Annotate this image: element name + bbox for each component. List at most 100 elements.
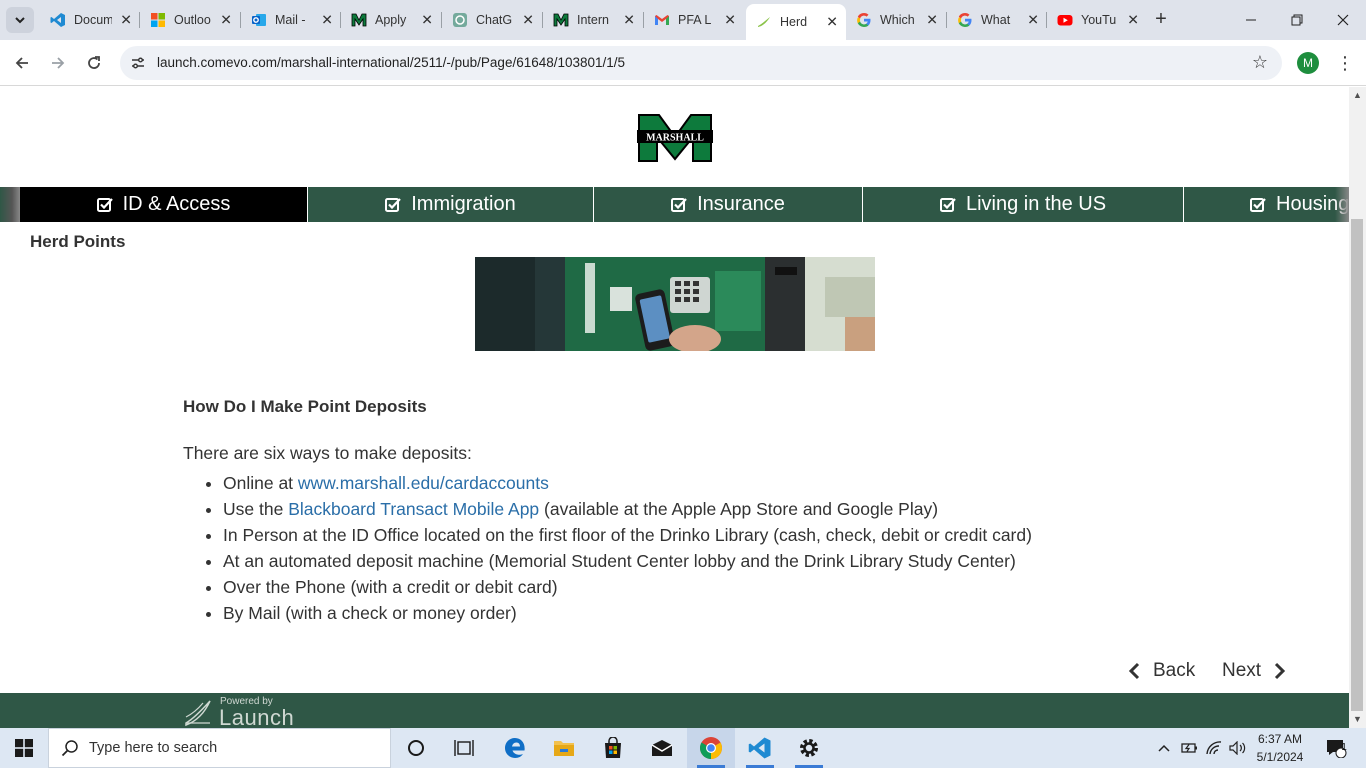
close-icon[interactable]: ✕ — [421, 12, 433, 29]
clock-time: 6:37 AM — [1257, 732, 1303, 746]
close-window-button[interactable] — [1320, 0, 1366, 40]
close-icon[interactable]: ✕ — [926, 12, 938, 29]
browser-menu-icon[interactable]: ⋮ — [1336, 51, 1354, 75]
system-clock[interactable]: 6:37 AM 5/1/2024 — [1252, 730, 1308, 766]
start-button[interactable] — [0, 728, 48, 768]
site-info-icon[interactable] — [128, 53, 148, 73]
tab-title: Outloo — [174, 13, 211, 27]
scroll-down-arrow-icon[interactable]: ▼ — [1349, 711, 1366, 728]
bookmark-star-icon[interactable]: ☆ — [1252, 52, 1268, 73]
marshall-icon — [553, 12, 569, 28]
tab-title: Mail - — [275, 13, 306, 27]
list-item: In Person at the ID Office located on th… — [223, 522, 1183, 548]
windows-taskbar: Type here to search 6:37 AM 5/1/2024 1 — [0, 728, 1366, 768]
page-scrollbar[interactable]: ▲ ▼ — [1349, 87, 1366, 728]
article-heading: How Do I Make Point Deposits — [183, 397, 427, 416]
mobile-app-link[interactable]: Blackboard Transact Mobile App — [288, 499, 539, 519]
outlook-icon — [251, 12, 267, 28]
volume-control[interactable] — [1227, 728, 1249, 768]
close-icon[interactable]: ✕ — [522, 12, 534, 29]
minimize-button[interactable] — [1228, 0, 1274, 40]
back-button[interactable]: Back — [1127, 660, 1195, 682]
nav-item-living-in-the-us[interactable]: Living in the US — [863, 187, 1184, 222]
tab-apply[interactable]: Apply ✕ — [341, 6, 441, 34]
tab-what[interactable]: What ✕ — [947, 6, 1047, 34]
tab-search-button[interactable] — [6, 7, 34, 33]
vscode-taskbar-button[interactable] — [736, 728, 784, 768]
back-nav-button[interactable] — [7, 48, 37, 78]
tab-title: Intern — [577, 13, 609, 27]
launch-brand-text: Launch — [219, 705, 295, 728]
folder-icon — [554, 741, 574, 756]
close-icon[interactable]: ✕ — [724, 12, 736, 29]
nav-item-id-access[interactable]: ID & Access — [20, 187, 308, 222]
forward-nav-button[interactable] — [43, 48, 73, 78]
scroll-up-arrow-icon[interactable]: ▲ — [1349, 87, 1366, 104]
search-icon — [61, 740, 78, 757]
tab-herd[interactable]: Herd ✕ — [746, 4, 846, 40]
file-explorer-button[interactable] — [540, 728, 588, 768]
tab-chatgpt[interactable]: ChatG ✕ — [442, 6, 542, 34]
close-icon[interactable]: ✕ — [623, 12, 635, 29]
cortana-button[interactable] — [392, 728, 440, 768]
tab-title: ChatG — [476, 13, 513, 27]
checkbox-checked-icon — [939, 197, 956, 212]
tab-international[interactable]: Intern ✕ — [543, 6, 643, 34]
card-accounts-link[interactable]: www.marshall.edu/cardaccounts — [298, 473, 549, 493]
mail-app-button[interactable] — [638, 728, 686, 768]
list-item-text: (available at the Apple App Store and Go… — [539, 499, 939, 519]
browser-toolbar: launch.comevo.com/marshall-international… — [0, 40, 1366, 86]
taskbar-search-box[interactable]: Type here to search — [48, 728, 391, 768]
close-icon[interactable]: ✕ — [1027, 12, 1039, 29]
next-button[interactable]: Next — [1222, 660, 1287, 682]
vscode-icon — [50, 12, 66, 28]
speaker-icon — [1229, 741, 1246, 755]
task-view-button[interactable] — [440, 728, 488, 768]
marshall-icon — [351, 12, 367, 28]
tab-documentation[interactable]: Docum ✕ — [40, 6, 140, 34]
list-item-text: Over the Phone (with a credit or debit c… — [223, 577, 558, 597]
microsoft-store-button[interactable] — [589, 728, 637, 768]
battery-status[interactable] — [1178, 728, 1200, 768]
tab-mail[interactable]: Mail - ✕ — [241, 6, 341, 34]
deposit-methods-list: Online at www.marshall.edu/cardaccounts … — [223, 470, 1183, 626]
settings-taskbar-button[interactable] — [785, 728, 833, 768]
network-status[interactable] — [1203, 728, 1225, 768]
profile-avatar[interactable]: M — [1297, 52, 1319, 74]
nav-item-immigration[interactable]: Immigration — [308, 187, 594, 222]
close-icon[interactable]: ✕ — [826, 14, 838, 31]
edge-taskbar-button[interactable] — [491, 728, 539, 768]
tab-outlook[interactable]: Outloo ✕ — [140, 6, 240, 34]
nav-scroll-left-edge[interactable] — [0, 187, 20, 222]
nav-item-insurance[interactable]: Insurance — [594, 187, 863, 222]
chrome-taskbar-button[interactable] — [687, 728, 735, 768]
address-bar[interactable]: launch.comevo.com/marshall-international… — [120, 46, 1282, 80]
close-icon[interactable]: ✕ — [220, 12, 232, 29]
nav-item-label: Immigration — [411, 193, 516, 215]
restore-button[interactable] — [1274, 0, 1320, 40]
minimize-icon — [1246, 19, 1256, 21]
close-icon[interactable]: ✕ — [1127, 12, 1139, 29]
back-label: Back — [1153, 660, 1196, 681]
close-icon[interactable]: ✕ — [120, 12, 132, 29]
new-tab-button[interactable]: + — [1150, 8, 1172, 30]
gear-icon — [800, 739, 818, 757]
arrow-right-icon — [52, 57, 65, 69]
action-center-button[interactable]: 1 — [1320, 728, 1352, 768]
reload-button[interactable] — [79, 48, 109, 78]
close-icon[interactable]: ✕ — [321, 12, 333, 29]
nav-item-housing[interactable]: Housing — [1184, 187, 1349, 222]
wifi-icon — [1206, 741, 1222, 755]
tab-which[interactable]: Which ✕ — [846, 6, 946, 34]
tab-title: Docum — [74, 13, 112, 27]
list-item: By Mail (with a check or money order) — [223, 600, 1183, 626]
powered-by-launch[interactable]: Powered by Launch — [183, 695, 303, 728]
chevron-down-icon — [15, 17, 25, 24]
tab-youtube[interactable]: YouTu ✕ — [1047, 6, 1147, 34]
show-hidden-icons-button[interactable] — [1155, 728, 1173, 768]
nav-scroll-right-edge[interactable] — [1335, 187, 1349, 222]
list-item-text: Use the — [223, 499, 289, 519]
url-text[interactable]: launch.comevo.com/marshall-international… — [157, 55, 625, 70]
tab-pfa[interactable]: PFA L ✕ — [644, 6, 744, 34]
scrollbar-thumb[interactable] — [1351, 219, 1363, 711]
